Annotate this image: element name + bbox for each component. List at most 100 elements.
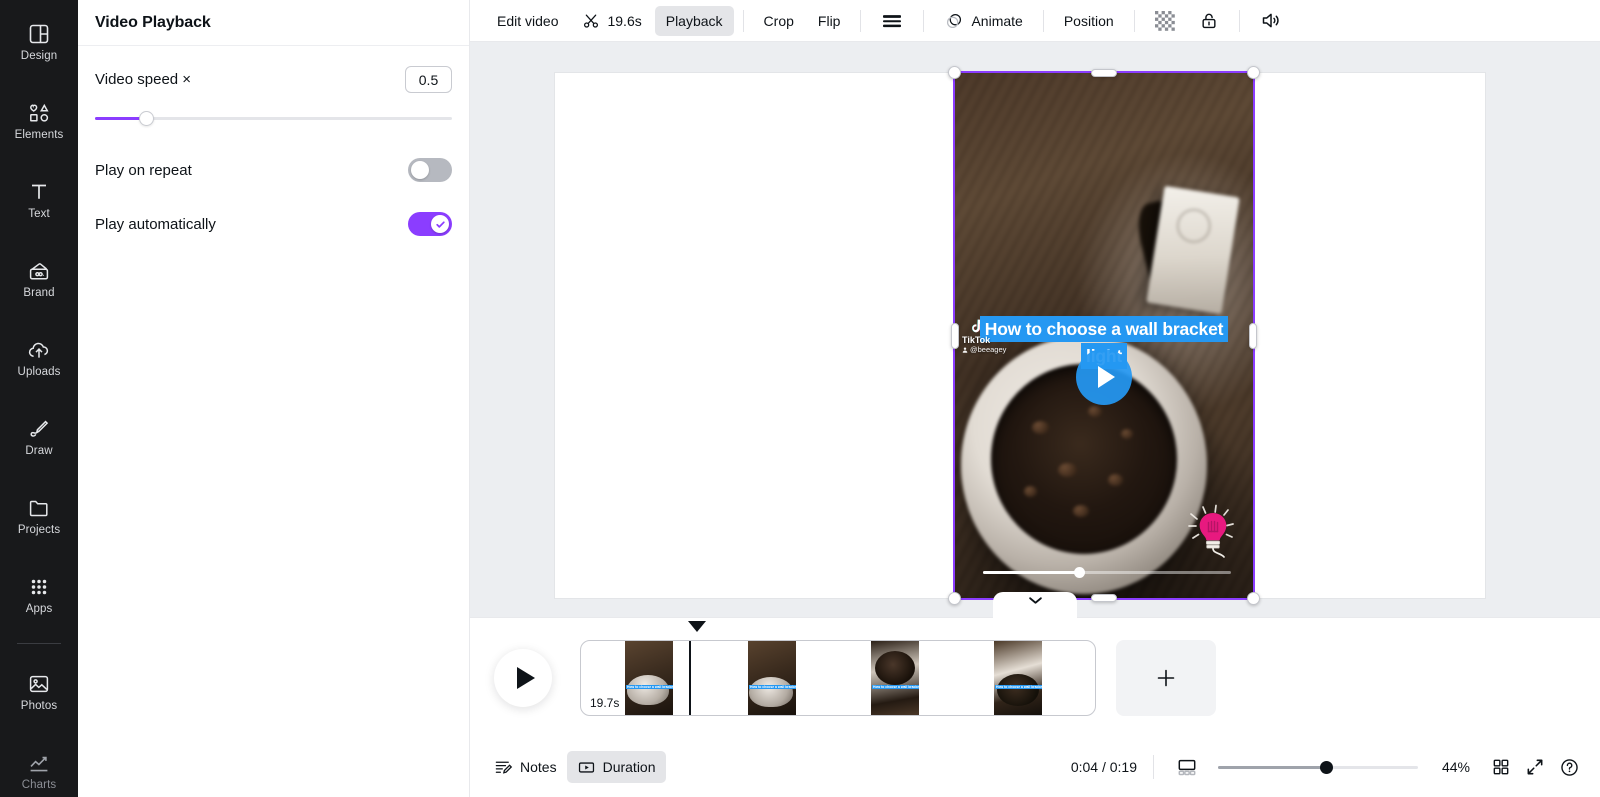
fullscreen-icon (1527, 759, 1543, 775)
timeline-thumbnail[interactable]: How to choose a wall bracket (994, 641, 1042, 715)
timeline-view-button[interactable] (1170, 750, 1204, 784)
sidebar-item-photos[interactable]: Photos (3, 658, 75, 726)
resize-handle-top-right[interactable] (1247, 66, 1260, 79)
top-toolbar: Edit video 19.6s Playback Crop Flip Anim… (470, 0, 1600, 42)
brand-icon (27, 259, 51, 283)
animate-icon (944, 11, 964, 31)
grid-view-button[interactable] (1484, 750, 1518, 784)
sidebar-item-apps[interactable]: Apps (3, 561, 75, 629)
video-speed-slider[interactable] (95, 107, 452, 129)
sidebar-label: Elements (14, 128, 64, 141)
sidebar-item-uploads[interactable]: Uploads (3, 324, 75, 392)
resize-handle-bottom[interactable] (1091, 594, 1117, 602)
sidebar-item-draw[interactable]: Draw (3, 403, 75, 471)
resize-handle-top[interactable] (1091, 69, 1117, 77)
video-editor-app: Design Elements Text Brand Uploads Draw … (0, 0, 1600, 797)
play-automatically-label: Play automatically (95, 215, 216, 233)
crop-button[interactable]: Crop (753, 6, 805, 36)
toolbar-divider (923, 9, 925, 32)
zoom-thumb[interactable] (1319, 761, 1333, 774)
playback-button[interactable]: Playback (654, 5, 734, 36)
canvas-area[interactable]: How to choose a wall bracket light TikTo… (470, 42, 1600, 617)
toggle-knob (411, 161, 429, 179)
sidebar-label: Projects (17, 523, 61, 536)
position-button[interactable]: Position (1053, 6, 1125, 36)
sidebar-item-elements[interactable]: Elements (3, 87, 75, 155)
thumb-caption: How to choose a wall bracket (995, 675, 1042, 693)
grid-view-icon (1493, 759, 1509, 775)
transparency-icon (1154, 10, 1175, 31)
zoom-percentage: 44% (1441, 759, 1470, 775)
timeline-thumbnail[interactable]: How to choose a wall bracket (871, 641, 919, 715)
play-button[interactable] (494, 649, 552, 707)
duration-button[interactable]: Duration (566, 751, 666, 783)
timeline-playhead-line[interactable] (689, 641, 691, 715)
check-icon (435, 220, 445, 228)
notes-label: Notes (520, 759, 557, 775)
transparency-button[interactable] (1144, 6, 1186, 36)
sidebar-item-text[interactable]: Text (3, 166, 75, 234)
design-page[interactable]: How to choose a wall bracket light TikTo… (555, 66, 1485, 605)
lock-button[interactable] (1188, 6, 1230, 36)
resize-handle-left[interactable] (951, 322, 959, 349)
timeline-thumbnail[interactable]: How to choose a wall bracket light (625, 641, 673, 715)
play-on-repeat-toggle[interactable] (408, 158, 452, 182)
animate-label: Animate (971, 12, 1023, 29)
lines-icon (881, 12, 903, 30)
play-triangle-icon (1097, 366, 1115, 388)
video-progress-scrubber[interactable] (983, 567, 1231, 578)
volume-button[interactable] (1249, 6, 1292, 36)
trim-button[interactable]: 19.6s (571, 6, 652, 36)
animate-button[interactable]: Animate (933, 6, 1033, 36)
time-readout: 0:04 / 0:19 (1070, 759, 1137, 775)
help-button[interactable] (1552, 750, 1586, 784)
watermark-username: @beeagey (970, 345, 1007, 355)
sidebar-label: Apps (25, 602, 53, 615)
resize-handle-bottom-left[interactable] (948, 592, 961, 605)
left-sidebar: Design Elements Text Brand Uploads Draw … (0, 0, 78, 797)
watermark-name: TikTok (962, 335, 991, 345)
play-triangle-icon (516, 667, 535, 689)
zoom-fill (1218, 766, 1326, 769)
bottom-toolbar: Notes Duration 0:04 / 0:19 44% (470, 737, 1600, 797)
add-page-button[interactable] (1116, 640, 1216, 716)
video-speed-label: Video speed × (95, 71, 192, 88)
video-element[interactable]: How to choose a wall bracket light TikTo… (948, 66, 1260, 605)
sidebar-label: Charts (21, 778, 57, 791)
play-on-repeat-row: Play on repeat (95, 154, 452, 186)
sidebar-item-projects[interactable]: Projects (3, 482, 75, 550)
resize-handle-bottom-right[interactable] (1247, 592, 1260, 605)
edit-video-button[interactable]: Edit video (486, 6, 569, 36)
fullscreen-button[interactable] (1518, 750, 1552, 784)
notes-button[interactable]: Notes (484, 751, 567, 783)
thumb-caption: How to choose a wall bracket (872, 675, 919, 693)
flip-button[interactable]: Flip (807, 6, 852, 36)
page-title: Video Playback (95, 13, 211, 31)
sidebar-item-design[interactable]: Design (3, 8, 75, 76)
notes-icon (495, 761, 513, 774)
sidebar-item-brand[interactable]: Brand (3, 245, 75, 313)
resize-handle-top-left[interactable] (948, 66, 961, 79)
sidebar-label: Text (28, 207, 50, 220)
tiktok-watermark: TikTok @beeagey (962, 335, 1006, 354)
timeline-page-card[interactable]: How to choose a wall bracket light How t… (580, 640, 1096, 716)
design-icon (27, 22, 51, 46)
timeline-playhead-marker[interactable] (688, 621, 706, 632)
slider-thumb[interactable] (139, 111, 155, 126)
toggle-knob (431, 215, 449, 233)
tiktok-note-icon (971, 319, 983, 333)
video-play-overlay-button[interactable] (1076, 349, 1132, 405)
play-automatically-row: Play automatically (95, 208, 452, 240)
scissors-icon (582, 12, 600, 30)
sidebar-item-charts[interactable]: Charts (3, 737, 75, 797)
play-automatically-toggle[interactable] (408, 212, 452, 236)
video-speed-input[interactable]: 0.5 (405, 66, 452, 93)
photos-icon (27, 672, 51, 696)
video-speed-row: Video speed × 0.5 (95, 66, 452, 93)
resize-handle-right[interactable] (1249, 322, 1257, 349)
timeline-thumbnail[interactable]: How to choose a wall bracket light (748, 641, 796, 715)
lines-button[interactable] (870, 6, 914, 36)
zoom-slider[interactable] (1218, 759, 1418, 775)
collapse-timeline-button[interactable] (993, 592, 1077, 618)
text-icon (27, 180, 51, 204)
